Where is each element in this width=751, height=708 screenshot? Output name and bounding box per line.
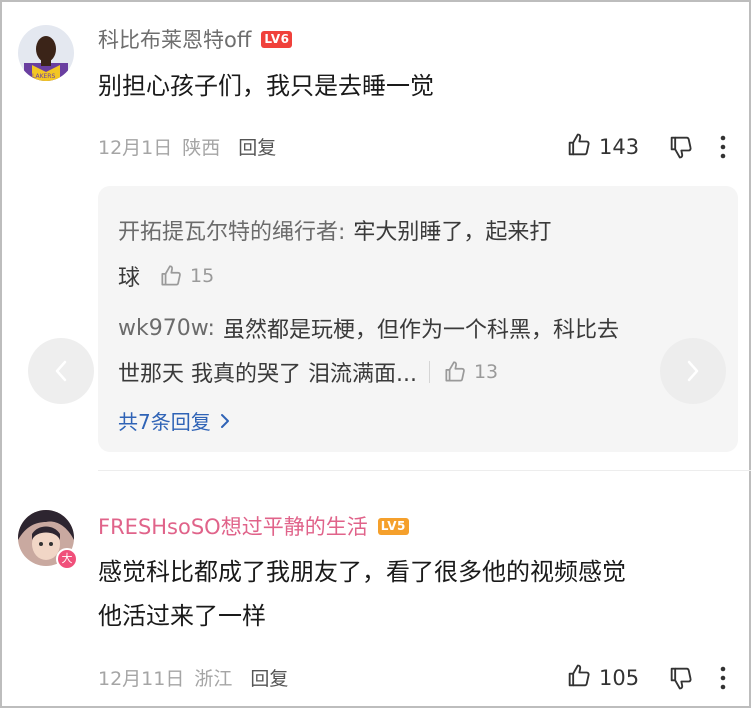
- reply-author[interactable]: wk970w:: [118, 316, 215, 341]
- reply-like-count: 13: [473, 361, 499, 383]
- comment-text: 别担心孩子们，我只是去睡一觉: [98, 72, 434, 100]
- avatar[interactable]: LAKERS: [18, 25, 74, 81]
- like-button[interactable]: 143: [565, 131, 639, 163]
- reply-text: 虽然都是玩梗，但作为一个科黑，科比去: [222, 318, 619, 343]
- more-vertical-icon[interactable]: [719, 134, 727, 160]
- chevron-right-icon: [685, 358, 701, 384]
- chevron-right-icon: [219, 412, 231, 430]
- like-count: 105: [599, 666, 640, 690]
- thumbs-up-icon: [158, 263, 184, 289]
- reply-text: 牢大别睡了，起来打: [353, 220, 552, 245]
- comment-text: 感觉科比都成了我朋友了，看了很多他的视频感觉: [98, 558, 626, 586]
- view-more-replies-link[interactable]: 共7条回复: [118, 406, 231, 435]
- thumbs-up-icon: [565, 662, 593, 694]
- reply-author[interactable]: 开拓提瓦尔特的绳行者:: [118, 214, 345, 246]
- reply-line[interactable]: 世那天 我真的哭了 泪流满面... 13: [118, 356, 498, 388]
- reply-like-button[interactable]: 13: [442, 359, 498, 385]
- view-more-label: 共7条回复: [118, 410, 211, 434]
- comment-location: 浙江: [194, 668, 233, 690]
- reply-like-count: 15: [190, 265, 215, 287]
- avatar-badge: 大: [56, 548, 78, 570]
- level-badge: LV6: [261, 30, 293, 48]
- reply-line[interactable]: 开拓提瓦尔特的绳行者: 牢大别睡了，起来打: [118, 214, 551, 246]
- thumbs-down-icon[interactable]: [667, 133, 695, 161]
- comment-username[interactable]: 科比布莱恩特off LV6: [98, 24, 293, 54]
- username-text: FRESHsoSO想过平静的生活: [98, 515, 368, 539]
- comment-date: 12月11日: [98, 668, 185, 690]
- reply-button[interactable]: 回复: [250, 664, 288, 691]
- comment-meta: 12月1日 陕西 回复: [98, 133, 276, 160]
- comment-divider: [98, 470, 751, 471]
- username-text: 科比布莱恩特off: [98, 28, 252, 52]
- divider: [428, 361, 430, 383]
- comment-username[interactable]: FRESHsoSO想过平静的生活 LV5: [98, 511, 409, 541]
- comment-actions: 143: [565, 132, 727, 162]
- level-badge: LV5: [377, 517, 409, 535]
- thumbs-up-icon: [565, 131, 593, 163]
- thumbs-down-icon[interactable]: [667, 664, 695, 692]
- comment-location: 陕西: [182, 137, 221, 159]
- reply-line[interactable]: 球 15: [118, 260, 214, 292]
- like-button[interactable]: 105: [565, 662, 639, 694]
- comment-actions: 105: [565, 663, 727, 693]
- like-count: 143: [599, 135, 640, 159]
- thumbs-up-icon: [442, 359, 468, 385]
- reply-like-button[interactable]: 15: [158, 263, 214, 289]
- more-vertical-icon[interactable]: [719, 665, 727, 691]
- reply-text: 球: [118, 266, 141, 291]
- comment-text: 他活过来了一样: [98, 602, 266, 630]
- reply-text: 世那天 我真的哭了 泪流满面...: [118, 362, 417, 387]
- prev-arrow-button[interactable]: [28, 338, 94, 404]
- reply-line[interactable]: wk970w: 虽然都是玩梗，但作为一个科黑，科比去: [118, 312, 619, 344]
- svg-text:LAKERS: LAKERS: [32, 73, 55, 80]
- comment-date: 12月1日: [98, 137, 173, 159]
- next-arrow-button[interactable]: [660, 338, 726, 404]
- chevron-left-icon: [53, 358, 69, 384]
- comment-meta: 12月11日 浙江 回复: [98, 664, 288, 691]
- reply-button[interactable]: 回复: [238, 133, 276, 160]
- avatar-badge-text: 大: [61, 552, 73, 565]
